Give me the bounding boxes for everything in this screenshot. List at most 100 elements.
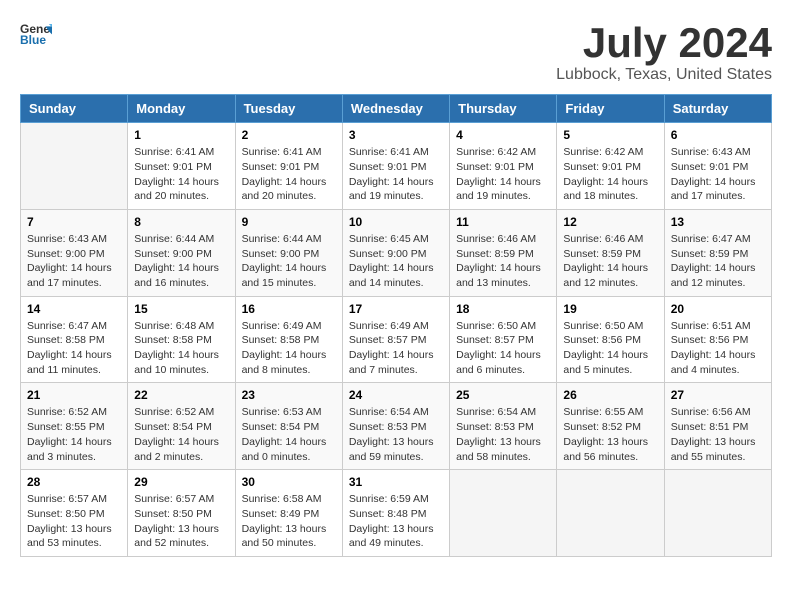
day-content: Sunrise: 6:47 AM Sunset: 8:59 PM Dayligh… [671,232,765,291]
day-number: 4 [456,128,550,142]
day-content: Sunrise: 6:54 AM Sunset: 8:53 PM Dayligh… [456,405,550,464]
weekday-header: Saturday [664,95,771,123]
day-number: 11 [456,215,550,229]
day-content: Sunrise: 6:44 AM Sunset: 9:00 PM Dayligh… [134,232,228,291]
day-content: Sunrise: 6:49 AM Sunset: 8:57 PM Dayligh… [349,319,443,378]
day-number: 1 [134,128,228,142]
day-number: 25 [456,388,550,402]
page-title: July 2024 [556,20,772,66]
day-number: 17 [349,302,443,316]
day-number: 10 [349,215,443,229]
calendar-cell: 21Sunrise: 6:52 AM Sunset: 8:55 PM Dayli… [21,383,128,470]
calendar-cell [664,470,771,557]
day-content: Sunrise: 6:56 AM Sunset: 8:51 PM Dayligh… [671,405,765,464]
day-number: 18 [456,302,550,316]
calendar-cell: 11 Sunrise: 6:46 AM Sunset: 8:59 PM Dayli… [450,209,557,296]
calendar-cell: 19 Sunrise: 6:50 AM Sunset: 8:56 PM Dayli… [557,296,664,383]
day-number: 30 [242,475,336,489]
calendar-cell: 16Sunrise: 6:49 AM Sunset: 8:58 PM Dayli… [235,296,342,383]
calendar-cell: 20Sunrise: 6:51 AM Sunset: 8:56 PM Dayli… [664,296,771,383]
calendar-cell: 31 Sunrise: 6:59 AM Sunset: 8:48 PM Dayli… [342,470,449,557]
calendar-week-row: 1 Sunrise: 6:41 AM Sunset: 9:01 PM Daylig… [21,123,772,210]
calendar-cell [21,123,128,210]
day-number: 14 [27,302,121,316]
calendar-cell: 10 Sunrise: 6:45 AM Sunset: 9:00 PM Dayli… [342,209,449,296]
weekday-header: Tuesday [235,95,342,123]
logo-icon: General Blue [20,20,52,48]
day-content: Sunrise: 6:46 AM Sunset: 8:59 PM Dayligh… [456,232,550,291]
day-number: 27 [671,388,765,402]
day-number: 29 [134,475,228,489]
day-number: 9 [242,215,336,229]
day-content: Sunrise: 6:53 AM Sunset: 8:54 PM Dayligh… [242,405,336,464]
day-content: Sunrise: 6:41 AM Sunset: 9:01 PM Dayligh… [242,145,336,204]
day-number: 6 [671,128,765,142]
day-content: Sunrise: 6:52 AM Sunset: 8:54 PM Dayligh… [134,405,228,464]
calendar-cell [450,470,557,557]
calendar-week-row: 28 Sunrise: 6:57 AM Sunset: 8:50 PM Dayli… [21,470,772,557]
calendar-cell: 4 Sunrise: 6:42 AM Sunset: 9:01 PM Daylig… [450,123,557,210]
calendar-cell: 9 Sunrise: 6:44 AM Sunset: 9:00 PM Daylig… [235,209,342,296]
day-content: Sunrise: 6:41 AM Sunset: 9:01 PM Dayligh… [349,145,443,204]
day-content: Sunrise: 6:47 AM Sunset: 8:58 PM Dayligh… [27,319,121,378]
day-number: 19 [563,302,657,316]
calendar-cell: 8 Sunrise: 6:44 AM Sunset: 9:00 PM Daylig… [128,209,235,296]
calendar-cell: 22 Sunrise: 6:52 AM Sunset: 8:54 PM Dayli… [128,383,235,470]
weekday-header-row: SundayMondayTuesdayWednesdayThursdayFrid… [21,95,772,123]
calendar-cell: 15Sunrise: 6:48 AM Sunset: 8:58 PM Dayli… [128,296,235,383]
day-content: Sunrise: 6:44 AM Sunset: 9:00 PM Dayligh… [242,232,336,291]
day-number: 28 [27,475,121,489]
calendar-cell: 28Sunrise: 6:57 AM Sunset: 8:50 PM Dayli… [21,470,128,557]
calendar-cell [557,470,664,557]
day-content: Sunrise: 6:57 AM Sunset: 8:50 PM Dayligh… [134,492,228,551]
day-content: Sunrise: 6:59 AM Sunset: 8:48 PM Dayligh… [349,492,443,551]
weekday-header: Thursday [450,95,557,123]
calendar-cell: 7 Sunrise: 6:43 AM Sunset: 9:00 PM Daylig… [21,209,128,296]
day-number: 22 [134,388,228,402]
calendar-cell: 17 Sunrise: 6:49 AM Sunset: 8:57 PM Dayli… [342,296,449,383]
calendar-cell: 5Sunrise: 6:42 AM Sunset: 9:01 PM Daylig… [557,123,664,210]
day-number: 31 [349,475,443,489]
svg-text:Blue: Blue [20,33,46,47]
day-content: Sunrise: 6:50 AM Sunset: 8:57 PM Dayligh… [456,319,550,378]
page-header: General Blue July 2024 Lubbock, Texas, U… [20,20,772,84]
day-number: 23 [242,388,336,402]
day-number: 12 [563,215,657,229]
day-content: Sunrise: 6:43 AM Sunset: 9:00 PM Dayligh… [27,232,121,291]
calendar-cell: 12 Sunrise: 6:46 AM Sunset: 8:59 PM Dayli… [557,209,664,296]
calendar-cell: 25 Sunrise: 6:54 AM Sunset: 8:53 PM Dayli… [450,383,557,470]
weekday-header: Monday [128,95,235,123]
calendar-cell: 23 Sunrise: 6:53 AM Sunset: 8:54 PM Dayli… [235,383,342,470]
day-content: Sunrise: 6:41 AM Sunset: 9:01 PM Dayligh… [134,145,228,204]
day-number: 8 [134,215,228,229]
day-number: 16 [242,302,336,316]
calendar-cell: 18 Sunrise: 6:50 AM Sunset: 8:57 PM Dayli… [450,296,557,383]
logo: General Blue [20,20,52,48]
day-number: 15 [134,302,228,316]
day-number: 7 [27,215,121,229]
calendar-cell: 1 Sunrise: 6:41 AM Sunset: 9:01 PM Daylig… [128,123,235,210]
day-number: 20 [671,302,765,316]
calendar-cell: 14 Sunrise: 6:47 AM Sunset: 8:58 PM Dayli… [21,296,128,383]
day-number: 21 [27,388,121,402]
calendar-cell: 24Sunrise: 6:54 AM Sunset: 8:53 PM Dayli… [342,383,449,470]
calendar-week-row: 7 Sunrise: 6:43 AM Sunset: 9:00 PM Daylig… [21,209,772,296]
calendar-week-row: 14 Sunrise: 6:47 AM Sunset: 8:58 PM Dayli… [21,296,772,383]
day-content: Sunrise: 6:45 AM Sunset: 9:00 PM Dayligh… [349,232,443,291]
day-content: Sunrise: 6:42 AM Sunset: 9:01 PM Dayligh… [456,145,550,204]
day-content: Sunrise: 6:50 AM Sunset: 8:56 PM Dayligh… [563,319,657,378]
day-content: Sunrise: 6:46 AM Sunset: 8:59 PM Dayligh… [563,232,657,291]
calendar-cell: 3Sunrise: 6:41 AM Sunset: 9:01 PM Daylig… [342,123,449,210]
calendar-cell: 26Sunrise: 6:55 AM Sunset: 8:52 PM Dayli… [557,383,664,470]
calendar-week-row: 21Sunrise: 6:52 AM Sunset: 8:55 PM Dayli… [21,383,772,470]
weekday-header: Friday [557,95,664,123]
day-content: Sunrise: 6:54 AM Sunset: 8:53 PM Dayligh… [349,405,443,464]
calendar-cell: 2Sunrise: 6:41 AM Sunset: 9:01 PM Daylig… [235,123,342,210]
day-number: 13 [671,215,765,229]
day-content: Sunrise: 6:42 AM Sunset: 9:01 PM Dayligh… [563,145,657,204]
calendar-cell: 27 Sunrise: 6:56 AM Sunset: 8:51 PM Dayli… [664,383,771,470]
calendar-cell: 29 Sunrise: 6:57 AM Sunset: 8:50 PM Dayli… [128,470,235,557]
weekday-header: Sunday [21,95,128,123]
page-subtitle: Lubbock, Texas, United States [556,66,772,84]
weekday-header: Wednesday [342,95,449,123]
